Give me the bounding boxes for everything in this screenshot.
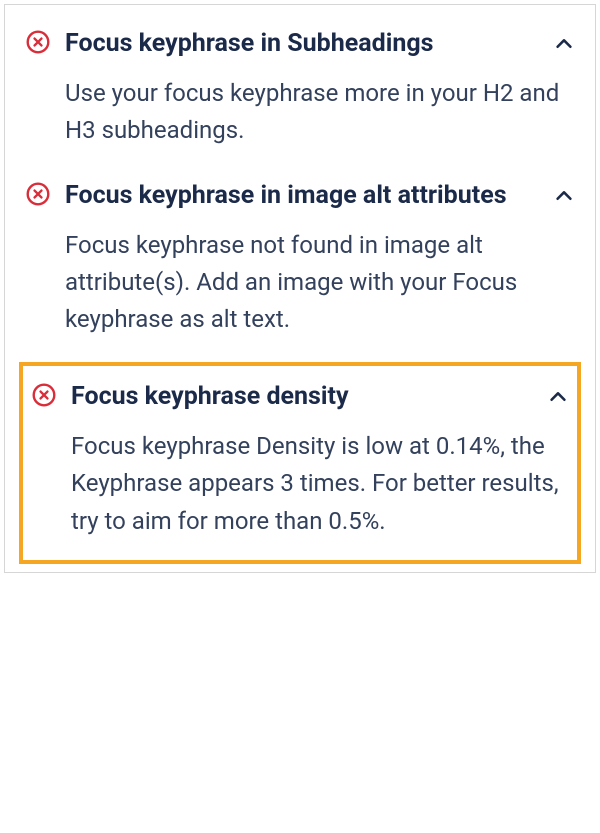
check-image-alt: Focus keyphrase in image alt attributes …: [19, 169, 581, 358]
error-icon: [25, 29, 51, 55]
check-description: Focus keyphrase Density is low at 0.14%,…: [31, 414, 569, 546]
check-header[interactable]: Focus keyphrase in image alt attributes: [25, 179, 575, 213]
check-header[interactable]: Focus keyphrase density: [31, 380, 569, 414]
error-icon: [31, 382, 57, 408]
chevron-up-icon: [553, 33, 575, 55]
check-header[interactable]: Focus keyphrase in Subheadings: [25, 27, 575, 61]
check-title: Focus keyphrase in image alt attributes: [65, 179, 539, 213]
chevron-up-icon: [547, 386, 569, 408]
check-description: Focus keyphrase not found in image alt a…: [25, 213, 575, 345]
check-subheadings: Focus keyphrase in Subheadings Use your …: [19, 17, 581, 169]
check-density: Focus keyphrase density Focus keyphrase …: [19, 362, 581, 563]
check-title: Focus keyphrase density: [71, 380, 533, 414]
chevron-up-icon: [553, 185, 575, 207]
seo-checks-panel: Focus keyphrase in Subheadings Use your …: [4, 4, 596, 573]
error-icon: [25, 181, 51, 207]
check-title: Focus keyphrase in Subheadings: [65, 27, 539, 61]
check-description: Use your focus keyphrase more in your H2…: [25, 61, 575, 155]
